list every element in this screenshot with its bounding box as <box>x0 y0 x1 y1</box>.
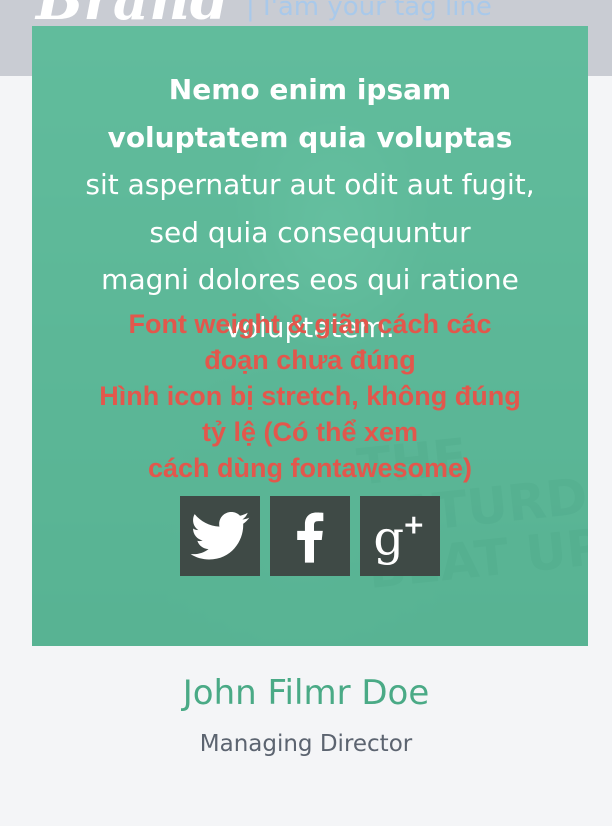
review-annotation: Font weight & giãn cách các đoạn chưa đú… <box>32 306 588 486</box>
twitter-button[interactable] <box>180 496 260 576</box>
brand-logo[interactable]: Brand <box>36 0 229 28</box>
annotation-line: cách dùng fontawesome) <box>147 453 473 483</box>
quote-line: magni dolores eos qui ratione <box>101 263 519 296</box>
svg-text:g: g <box>373 511 404 567</box>
facebook-icon <box>297 512 324 563</box>
tagline: | I'am your tag line <box>246 0 492 22</box>
annotation-line: Hình icon bị stretch, không đúng <box>99 381 521 411</box>
social-links: g + <box>180 496 440 576</box>
twitter-icon <box>190 512 250 560</box>
google-plus-button[interactable]: g + <box>360 496 440 576</box>
member-role: Managing Director <box>199 731 413 757</box>
svg-text:+: + <box>403 509 425 540</box>
quote-line: sit aspernatur aut odit aut fugit, <box>85 168 535 201</box>
google-plus-icon: g + <box>373 509 425 567</box>
facebook-button[interactable] <box>270 496 350 576</box>
annotation-line: đoạn chưa đúng <box>204 345 416 375</box>
quote-line: voluptatem quia voluptas <box>107 120 513 154</box>
quote-line: Nemo enim ipsam <box>168 73 452 106</box>
member-name: John Filmr Doe <box>182 673 430 713</box>
team-member-card: THESATURDAYBEAT UP Nemo enim ipsam volup… <box>32 26 588 646</box>
annotation-line: Font weight & giãn cách các <box>128 309 492 339</box>
annotation-line: tỷ lệ (Có thể xem <box>201 417 419 447</box>
quote-line: sed quia consequuntur <box>149 215 471 249</box>
